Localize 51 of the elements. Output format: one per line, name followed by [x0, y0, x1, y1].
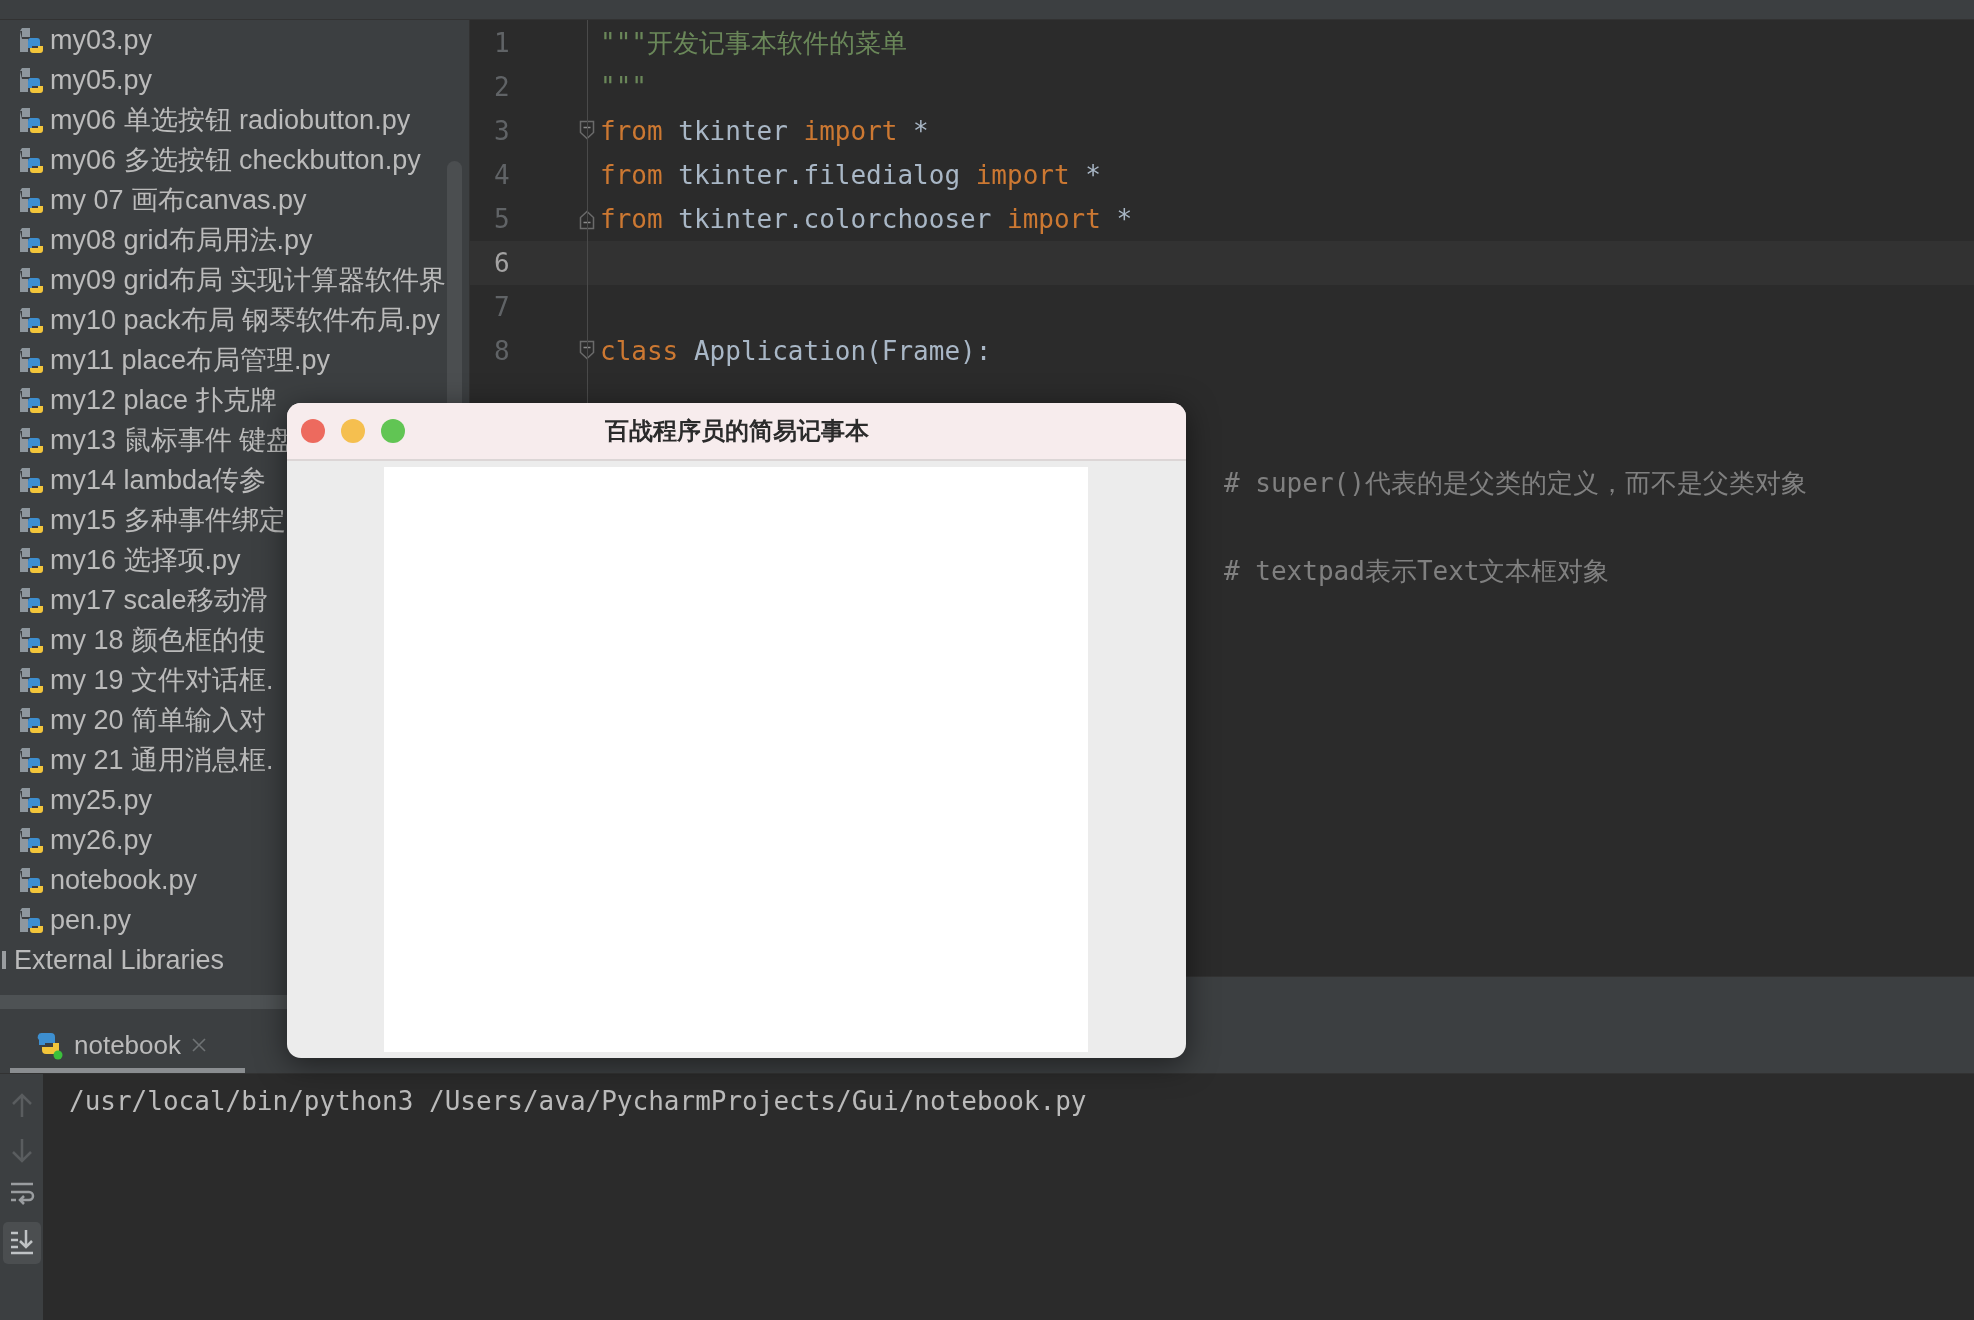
- line-number: 4: [493, 160, 511, 190]
- code-line: """: [600, 72, 647, 102]
- file-item[interactable]: my 07 画布canvas.py: [0, 180, 307, 220]
- tree-item[interactable]: External Libraries: [14, 944, 225, 976]
- file-item[interactable]: my09 grid布局 实现计算器软件界: [0, 260, 447, 300]
- down-arrow-icon[interactable]: [9, 1136, 34, 1164]
- code-line: from tkinter.colorchooser import *: [600, 204, 1133, 234]
- scroll-to-end-button[interactable]: [2, 1222, 41, 1264]
- code-comment: # super()代表的是父类的定义，而不是父类对象: [1224, 467, 1807, 500]
- line-number: 1: [493, 28, 511, 58]
- file-item[interactable]: my03.py: [0, 20, 153, 60]
- code-line: class Application(Frame):: [600, 336, 992, 366]
- file-item[interactable]: my10 pack布局 钢琴软件布局.py: [0, 300, 441, 340]
- file-item[interactable]: my 21 通用消息框.: [0, 740, 274, 780]
- file-item[interactable]: my06 多选按钮 checkbutton.py: [0, 140, 421, 180]
- file-item[interactable]: my05.py: [0, 60, 153, 100]
- line-number: 8: [493, 336, 511, 366]
- close-icon[interactable]: [191, 1037, 207, 1053]
- file-item[interactable]: my17 scale移动滑: [0, 580, 268, 620]
- file-item[interactable]: my06 单选按钮 radiobutton.py: [0, 100, 411, 140]
- file-item[interactable]: pen.py: [0, 900, 132, 940]
- file-item[interactable]: my 18 颜色框的使: [0, 620, 267, 660]
- line-number: 6: [493, 248, 511, 278]
- zoom-button[interactable]: [381, 419, 405, 443]
- code-comment: # textpad表示Text文本框对象: [1224, 555, 1610, 588]
- line-number: 2: [493, 72, 511, 102]
- code-line: from tkinter.filedialog import *: [600, 160, 1101, 190]
- fold-marker-icon[interactable]: [579, 120, 595, 142]
- file-item[interactable]: my11 place布局管理.py: [0, 340, 331, 380]
- line-number: 5: [493, 204, 511, 234]
- file-item[interactable]: my15 多种事件绑定: [0, 500, 286, 540]
- code-line: from tkinter import *: [600, 116, 929, 146]
- file-item[interactable]: my14 lambda传参: [0, 460, 267, 500]
- file-item[interactable]: my08 grid布局用法.py: [0, 220, 313, 260]
- minimize-button[interactable]: [341, 419, 365, 443]
- line-number: 3: [493, 116, 511, 146]
- code-line: """开发记事本软件的菜单: [600, 26, 907, 60]
- file-item[interactable]: my26.py: [0, 820, 153, 860]
- close-button[interactable]: [301, 419, 325, 443]
- file-item[interactable]: my 19 文件对话框.: [0, 660, 274, 700]
- fold-marker-icon[interactable]: [579, 208, 595, 230]
- window-title: 百战程序员的简易记事本: [604, 416, 869, 446]
- file-item[interactable]: my25.py: [0, 780, 153, 820]
- file-item[interactable]: my12 place 扑克牌: [0, 380, 277, 420]
- console-output: /usr/local/bin/python3 /Users/ava/PycharmProjects/Gui/notebook.py: [68, 1085, 1088, 1118]
- fold-marker-icon[interactable]: [579, 340, 595, 362]
- file-item[interactable]: notebook.py: [0, 860, 198, 900]
- file-item[interactable]: my 20 简单输入对: [0, 700, 267, 740]
- file-item[interactable]: my16 选择项.py: [0, 540, 241, 580]
- soft-wrap-icon[interactable]: [8, 1180, 35, 1206]
- line-number: 7: [493, 292, 511, 322]
